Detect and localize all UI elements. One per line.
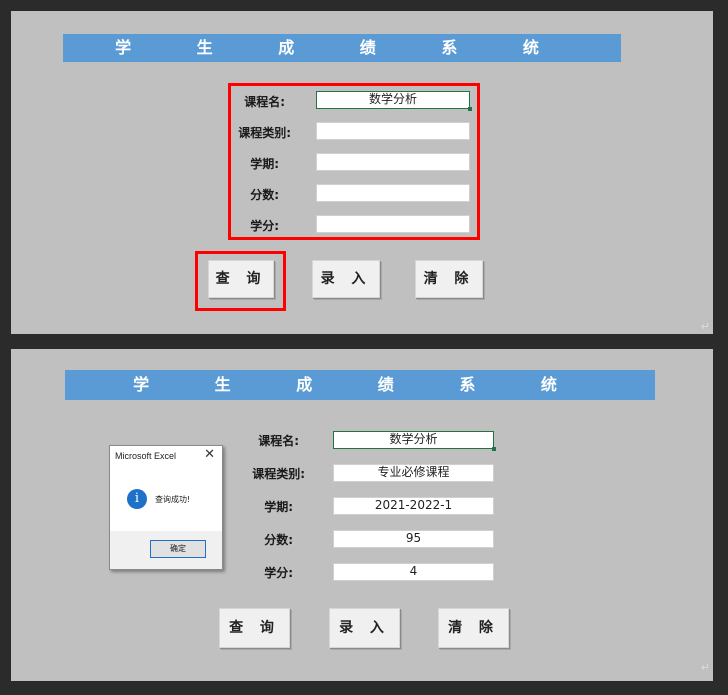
score-field[interactable]: 95 — [333, 530, 494, 548]
message-dialog: Microsoft Excel ✕ i 查询成功! 确定 — [109, 445, 223, 570]
score-label: 分数: — [264, 533, 293, 547]
dialog-title: Microsoft Excel — [115, 451, 177, 461]
clear-button[interactable]: 清 除 — [438, 608, 509, 648]
ok-button[interactable]: 确定 — [150, 540, 206, 558]
score-label: 分数: — [250, 188, 279, 202]
dialog-footer: 确定 — [110, 531, 222, 569]
info-icon: i — [127, 489, 147, 509]
course-type-label: 课程类别: — [238, 126, 291, 140]
dialog-message: 查询成功! — [155, 495, 191, 504]
top-screenshot-panel: 学 生 成 绩 系 统 课程名: 数学分析 课程类别: 学期: 分数: 学分: … — [11, 11, 713, 334]
clear-button[interactable]: 清 除 — [415, 260, 483, 298]
query-button[interactable]: 查 询 — [219, 608, 290, 648]
credit-field[interactable] — [316, 215, 470, 233]
app-title-bar: 学 生 成 绩 系 统 — [63, 34, 621, 62]
course-name-field[interactable]: 数学分析 — [333, 431, 496, 451]
credit-field[interactable]: 4 — [333, 563, 494, 581]
course-name-label: 课程名: — [258, 434, 299, 448]
course-name-label: 课程名: — [244, 95, 285, 109]
bottom-screenshot-panel: 学 生 成 绩 系 统 课程名: 数学分析 课程类别: 专业必修课程 学期: 2… — [11, 349, 713, 681]
credit-label: 学分: — [264, 566, 293, 580]
term-label: 学期: — [264, 500, 293, 514]
term-field[interactable]: 2021-2022-1 — [333, 497, 494, 515]
term-field[interactable] — [316, 153, 470, 171]
paragraph-mark: ↵ — [700, 661, 710, 674]
enter-button[interactable]: 录 入 — [312, 260, 380, 298]
app-title-bar: 学 生 成 绩 系 统 — [65, 370, 655, 400]
score-field[interactable] — [316, 184, 470, 202]
course-type-field[interactable]: 专业必修课程 — [333, 464, 494, 482]
enter-button[interactable]: 录 入 — [329, 608, 400, 648]
paragraph-mark: ↵ — [700, 320, 710, 333]
term-label: 学期: — [250, 157, 279, 171]
close-icon[interactable]: ✕ — [204, 447, 215, 462]
course-name-field[interactable]: 数学分析 — [316, 91, 472, 111]
course-type-field[interactable] — [316, 122, 470, 140]
query-button[interactable]: 查 询 — [208, 260, 274, 298]
credit-label: 学分: — [250, 219, 279, 233]
course-type-label: 课程类别: — [252, 467, 305, 481]
